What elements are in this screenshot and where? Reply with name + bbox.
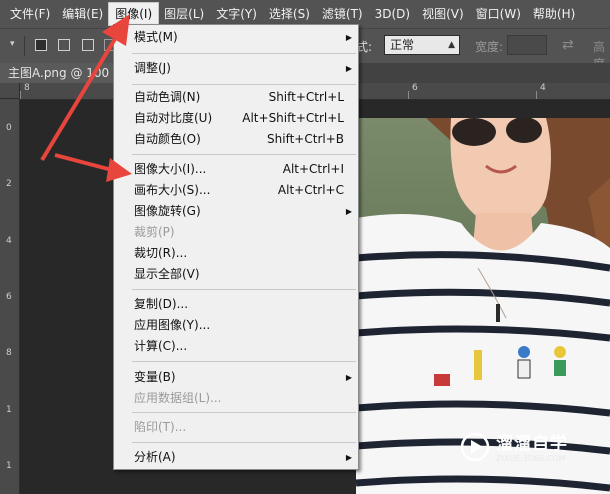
menu-file[interactable]: 文件(F) xyxy=(4,0,56,28)
menu-3d[interactable]: 3D(D) xyxy=(369,0,416,28)
new-selection-icon[interactable] xyxy=(35,39,47,51)
image-menu-dropdown: 模式(M) ▶ 调整(J) ▶ 自动色调(N) Shift+Ctrl+L 自动对… xyxy=(113,24,359,470)
ruler-vertical: 0 2 4 6 8 1 1 xyxy=(0,99,20,494)
watermark-title: 溜溜自学 xyxy=(496,434,568,454)
ruler-label: 8 xyxy=(24,83,30,93)
menu-separator xyxy=(132,442,356,443)
menu-item-label: 计算(C)... xyxy=(134,339,188,353)
menu-item-label: 自动颜色(O) xyxy=(134,132,201,146)
menu-item-shortcut: Alt+Ctrl+I xyxy=(282,162,344,176)
menu-item-trap: 陷印(T)... xyxy=(114,417,358,438)
menu-item-image-rotation[interactable]: 图像旋转(G) ▶ xyxy=(114,201,358,222)
watermark-subtitle: ZIXUE.3D66.COM xyxy=(496,454,566,463)
menu-item-analysis[interactable]: 分析(A) ▶ xyxy=(114,447,358,468)
menu-item-label: 调整(J) xyxy=(134,61,171,75)
menu-item-label: 陷印(T)... xyxy=(134,420,187,434)
submenu-arrow-icon: ▶ xyxy=(345,64,352,73)
ruler-label: 6 xyxy=(412,83,418,93)
ruler-label: 1 xyxy=(6,461,12,471)
menu-item-label: 自动对比度(U) xyxy=(134,111,213,125)
menu-item-shortcut: Alt+Shift+Ctrl+L xyxy=(242,111,344,125)
ruler-label: 4 xyxy=(540,83,546,93)
menu-item-auto-contrast[interactable]: 自动对比度(U) Alt+Shift+Ctrl+L xyxy=(114,108,358,129)
chevron-updown-icon: ▲ xyxy=(448,40,455,50)
menu-item-shortcut: Alt+Ctrl+C xyxy=(277,183,344,197)
menu-item-label: 分析(A) xyxy=(134,450,176,464)
menu-item-label: 变量(B) xyxy=(134,370,176,384)
menu-item-label: 自动色调(N) xyxy=(134,90,201,104)
width-label: 宽度: xyxy=(475,40,504,54)
menu-item-label: 模式(M) xyxy=(134,30,178,44)
menu-help[interactable]: 帮助(H) xyxy=(527,0,581,28)
document-tab[interactable]: 主图A.png @ 100 xyxy=(0,63,123,83)
menu-item-canvas-size[interactable]: 画布大小(S)... Alt+Ctrl+C xyxy=(114,180,358,201)
menu-item-label: 复制(D)... xyxy=(134,297,189,311)
menu-item-variables[interactable]: 变量(B) ▶ xyxy=(114,367,358,388)
menu-item-label: 裁剪(P) xyxy=(134,225,175,239)
menu-item-auto-color[interactable]: 自动颜色(O) Shift+Ctrl+B xyxy=(114,129,358,150)
submenu-arrow-icon: ▶ xyxy=(345,373,352,382)
menu-item-duplicate[interactable]: 复制(D)... xyxy=(114,294,358,315)
menu-separator xyxy=(132,53,356,54)
ruler-label: 1 xyxy=(6,405,12,415)
menu-item-crop: 裁剪(P) xyxy=(114,222,358,243)
ruler-label: 0 xyxy=(6,123,12,133)
submenu-arrow-icon: ▶ xyxy=(345,207,352,216)
tool-preset-dropdown-icon[interactable]: ▾ xyxy=(10,39,15,49)
menu-item-calculations[interactable]: 计算(C)... xyxy=(114,336,358,357)
ruler-label: 2 xyxy=(6,179,12,189)
menu-separator xyxy=(132,289,356,290)
options-divider xyxy=(24,36,25,56)
ruler-label: 6 xyxy=(6,292,12,302)
watermark-play-icon xyxy=(460,432,490,462)
menu-item-shortcut: Shift+Ctrl+L xyxy=(268,90,344,104)
ruler-label: 8 xyxy=(6,348,12,358)
menu-separator xyxy=(132,412,356,413)
width-input[interactable] xyxy=(507,35,547,55)
menu-item-label: 图像大小(I)... xyxy=(134,162,207,176)
menu-item-apply-data-set: 应用数据组(L)... xyxy=(114,388,358,409)
menu-item-image-size[interactable]: 图像大小(I)... Alt+Ctrl+I xyxy=(114,159,358,180)
menu-item-label: 应用数据组(L)... xyxy=(134,391,222,405)
menu-item-label: 图像旋转(G) xyxy=(134,204,201,218)
menu-edit[interactable]: 编辑(E) xyxy=(56,0,109,28)
menu-separator xyxy=(132,84,356,85)
watermark-logo: 溜溜自学 ZIXUE.3D66.COM xyxy=(460,427,570,471)
style-select[interactable]: 正常 ▲ xyxy=(384,35,460,55)
subtract-from-selection-icon[interactable] xyxy=(82,39,94,51)
menu-item-adjustments[interactable]: 调整(J) ▶ xyxy=(114,58,358,79)
menu-item-label: 应用图像(Y)... xyxy=(134,318,211,332)
menu-item-shortcut: Shift+Ctrl+B xyxy=(267,132,344,146)
menu-item-mode[interactable]: 模式(M) ▶ xyxy=(114,27,358,48)
ruler-tick xyxy=(20,91,21,99)
swap-icon[interactable]: ⇄ xyxy=(562,37,574,53)
style-select-value: 正常 xyxy=(390,38,415,52)
menu-window[interactable]: 窗口(W) xyxy=(470,0,527,28)
ruler-tick xyxy=(408,91,409,99)
menu-item-label: 裁切(R)... xyxy=(134,246,188,260)
submenu-arrow-icon: ▶ xyxy=(345,453,352,462)
menu-item-trim[interactable]: 裁切(R)... xyxy=(114,243,358,264)
ruler-tick xyxy=(536,91,537,99)
add-to-selection-icon[interactable] xyxy=(58,39,70,51)
menu-item-label: 显示全部(V) xyxy=(134,267,200,281)
menu-item-auto-tone[interactable]: 自动色调(N) Shift+Ctrl+L xyxy=(114,87,358,108)
menu-item-apply-image[interactable]: 应用图像(Y)... xyxy=(114,315,358,336)
menu-item-reveal-all[interactable]: 显示全部(V) xyxy=(114,264,358,285)
menu-item-label: 画布大小(S)... xyxy=(134,183,211,197)
menu-view[interactable]: 视图(V) xyxy=(416,0,470,28)
ruler-label: 4 xyxy=(6,236,12,246)
menu-separator xyxy=(132,361,356,362)
menu-image[interactable]: 图像(I) xyxy=(108,2,160,26)
menu-separator xyxy=(132,154,356,155)
ruler-corner xyxy=(0,83,20,99)
submenu-arrow-icon: ▶ xyxy=(345,33,352,42)
